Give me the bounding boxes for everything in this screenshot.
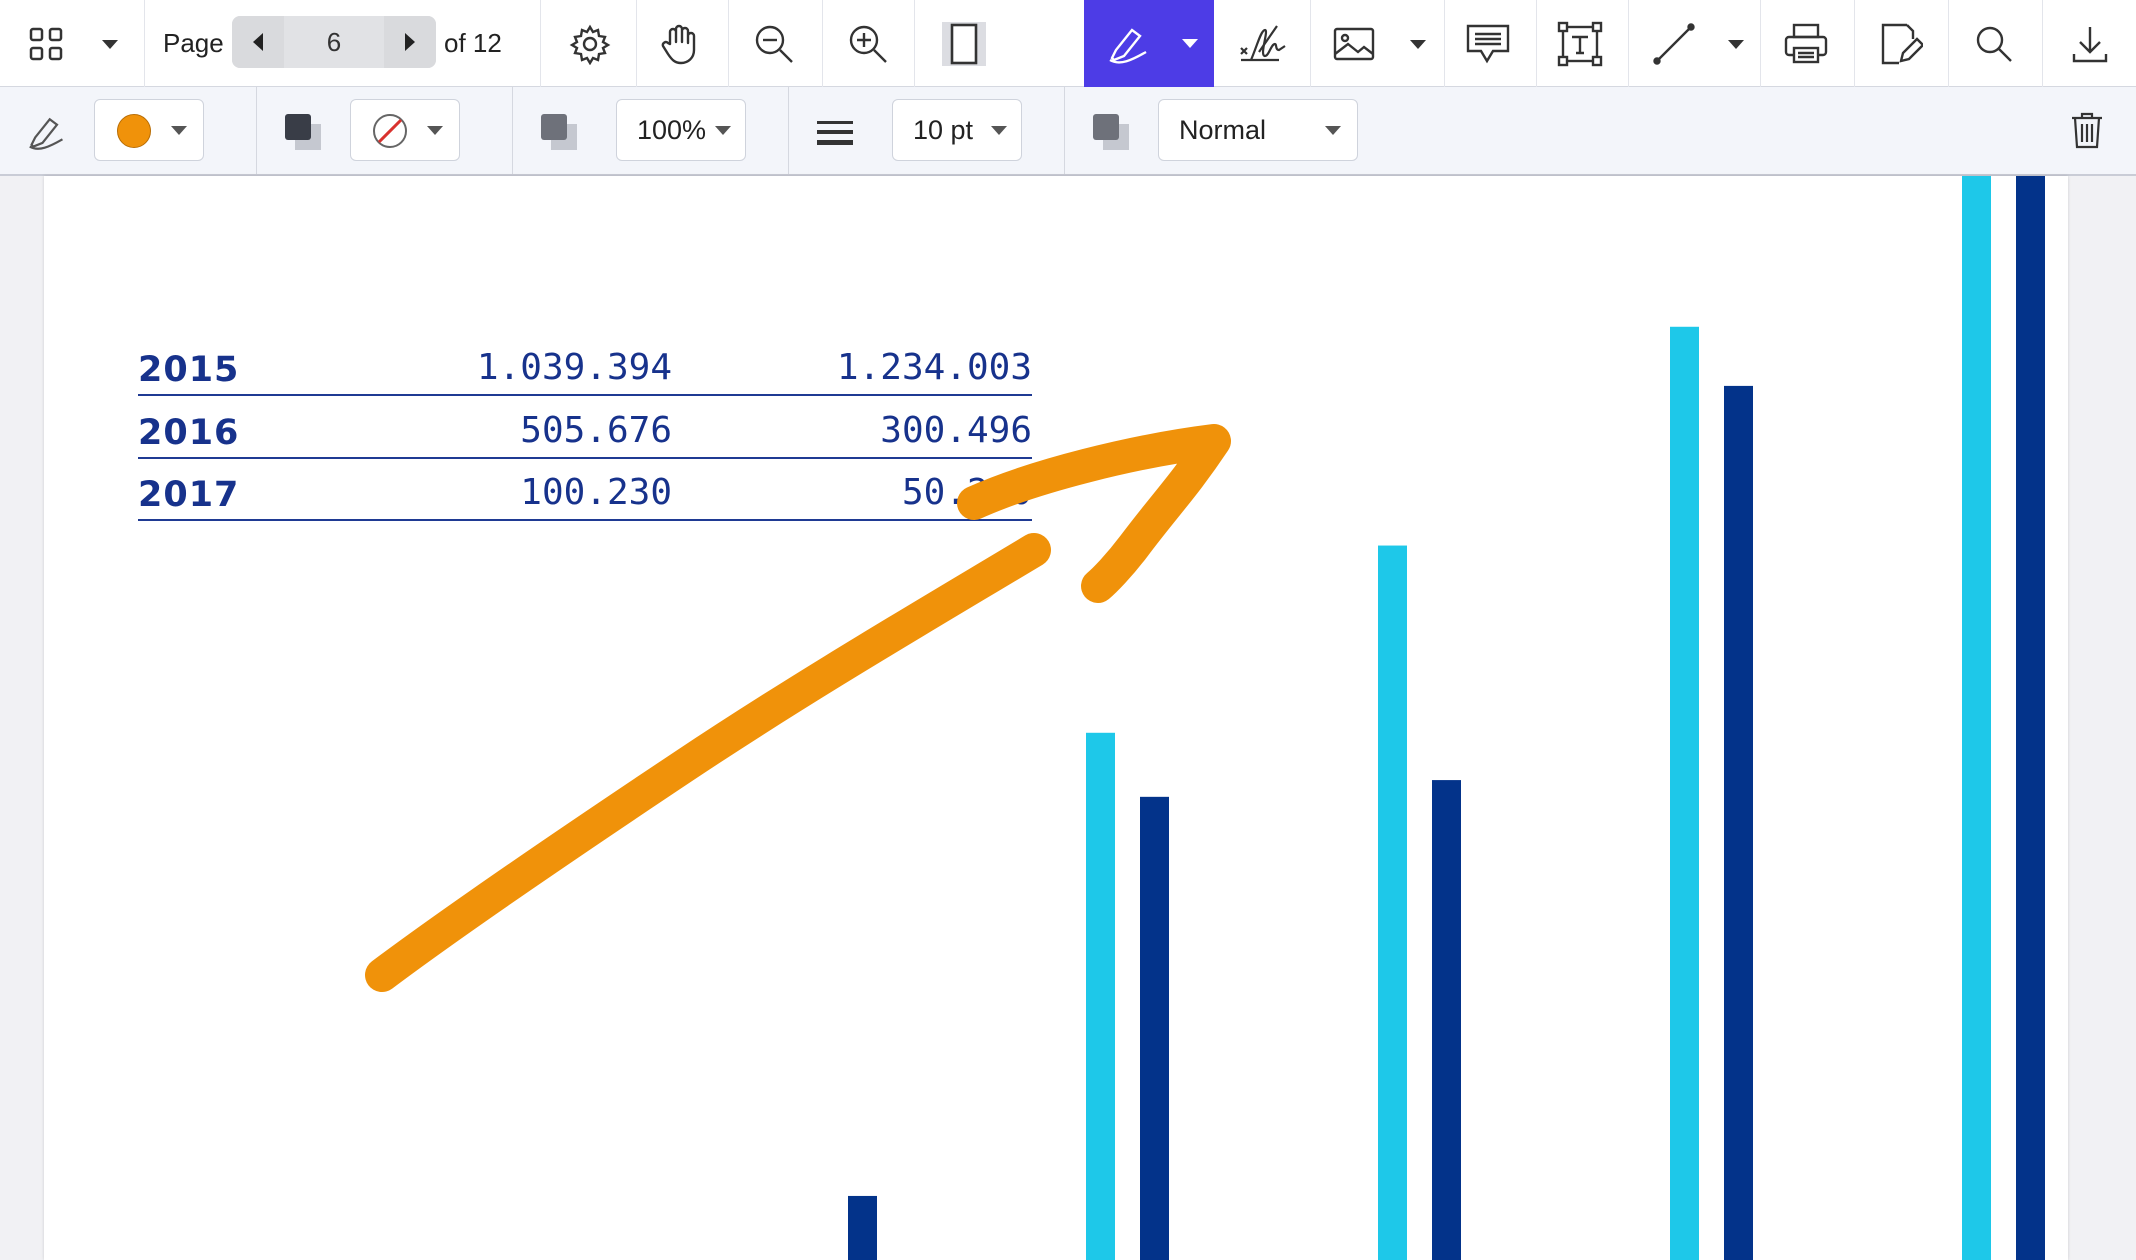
line-icon[interactable] <box>1644 14 1704 74</box>
blend-mode-icon <box>1086 107 1136 157</box>
main-toolbar: Page 6 of 12 <box>0 0 2136 87</box>
divider <box>822 0 823 87</box>
text-box-icon[interactable] <box>1550 14 1610 74</box>
stroke-color-picker[interactable] <box>94 99 204 161</box>
blend-mode-select[interactable]: Normal <box>1158 99 1358 161</box>
chevron-down-icon <box>991 126 1007 135</box>
no-fill-icon <box>373 114 407 148</box>
page-total: of 12 <box>444 28 502 58</box>
signature-icon[interactable] <box>1232 14 1292 74</box>
page-number-input[interactable]: 6 <box>284 16 384 68</box>
freehand-pen-icon <box>22 107 72 157</box>
opacity-value: 100% <box>637 115 707 145</box>
fill-color-icon <box>278 107 328 157</box>
line-width-icon <box>810 107 860 157</box>
chevron-down-icon <box>427 126 443 135</box>
divider <box>636 0 637 87</box>
divider <box>1536 0 1537 87</box>
freehand-arrow-annotation[interactable] <box>44 176 2068 1260</box>
freehand-pen-icon <box>1109 28 1147 64</box>
previous-page-button[interactable] <box>232 16 284 68</box>
annotation-properties-bar: 100% 10 pt Normal <box>0 87 2136 176</box>
divider <box>1854 0 1855 87</box>
search-icon[interactable] <box>1964 14 2024 74</box>
divider <box>914 0 915 87</box>
chevron-down-icon[interactable] <box>1182 39 1198 48</box>
chevron-down-icon <box>171 126 187 135</box>
opacity-select[interactable]: 100% <box>616 99 746 161</box>
divider <box>1628 0 1629 87</box>
divider <box>1064 87 1065 174</box>
divider <box>1444 0 1445 87</box>
settings-icon[interactable] <box>560 14 620 74</box>
pan-hand-icon[interactable] <box>650 14 710 74</box>
page-navigator: 6 <box>232 16 436 68</box>
chevron-left-icon <box>253 33 263 51</box>
divider <box>728 0 729 87</box>
chevron-down-icon <box>715 126 731 135</box>
zoom-out-icon[interactable] <box>744 14 804 74</box>
divider <box>1310 0 1311 87</box>
chevron-right-icon <box>405 33 415 51</box>
document-page: 2015 1.039.394 1.234.003 2016 505.676 30… <box>44 176 2068 1260</box>
chevron-down-icon <box>1325 126 1341 135</box>
divider <box>512 87 513 174</box>
divider <box>256 87 257 174</box>
opacity-icon <box>534 107 584 157</box>
thumbnails-icon[interactable] <box>16 14 76 74</box>
freehand-pen-button[interactable] <box>1084 0 1214 87</box>
divider <box>788 87 789 174</box>
image-dropdown-chevron-icon[interactable] <box>1402 28 1434 60</box>
trash-icon[interactable] <box>2062 105 2112 155</box>
image-icon[interactable] <box>1324 14 1384 74</box>
divider <box>2042 0 2043 87</box>
comment-icon[interactable] <box>1458 14 1518 74</box>
thumbnails-dropdown-chevron-icon[interactable] <box>94 28 126 60</box>
line-width-select[interactable]: 10 pt <box>892 99 1022 161</box>
fill-color-picker[interactable] <box>350 99 460 161</box>
divider <box>144 0 145 87</box>
divider <box>540 0 541 87</box>
next-page-button[interactable] <box>384 16 436 68</box>
scrollbar[interactable] <box>2122 176 2136 1260</box>
freehand-arrow-stroke[interactable] <box>365 424 1231 992</box>
print-icon[interactable] <box>1776 14 1836 74</box>
zoom-in-icon[interactable] <box>838 14 898 74</box>
line-dropdown-chevron-icon[interactable] <box>1720 28 1752 60</box>
stroke-color-swatch <box>117 114 151 148</box>
blend-mode-value: Normal <box>1179 115 1267 145</box>
line-width-value: 10 pt <box>913 115 974 145</box>
edit-icon[interactable] <box>1870 14 1930 74</box>
page-label: Page <box>163 28 224 58</box>
divider <box>1948 0 1949 87</box>
single-page-icon[interactable] <box>934 14 994 74</box>
download-icon[interactable] <box>2060 14 2120 74</box>
divider <box>1760 0 1761 87</box>
